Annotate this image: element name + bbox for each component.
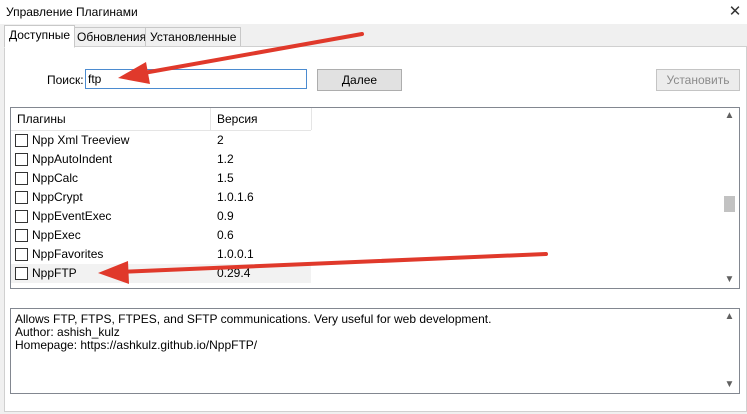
plugin-name: NppFTP [32,266,77,280]
plugin-name: NppCrypt [32,190,83,204]
scroll-thumb[interactable] [724,196,735,212]
plugin-name: NppCalc [32,171,79,185]
list-item-selected[interactable]: NppFTP 0.29.4 [11,264,311,283]
plugin-version: 2 [217,133,224,147]
plugin-list[interactable]: Плагины Версия Npp Xml Treeview 2 NppAut… [10,107,740,289]
plugin-checkbox[interactable] [15,191,28,204]
plugin-name: NppAutoIndent [32,152,113,166]
plugin-version: 1.5 [217,171,234,185]
plugin-checkbox[interactable] [15,267,28,280]
plugin-version: 0.9 [217,209,234,223]
plugin-version: 0.6 [217,228,234,242]
description-scrollbar[interactable]: ▲ ▼ [721,309,738,393]
title-bar: Управление Плагинами ✕ [0,0,747,24]
plugin-version: 1.0.0.1 [217,247,254,261]
scroll-up-icon[interactable]: ▲ [721,309,738,325]
tab-updates[interactable]: Обновления [72,27,152,47]
next-button[interactable]: Далее [317,69,402,91]
plugin-checkbox[interactable] [15,248,28,261]
description-line: Homepage: https://ashkulz.github.io/NppF… [15,338,258,352]
plugins-admin-window: Управление Плагинами ✕ Доступные Обновле… [0,0,747,414]
tab-installed[interactable]: Установленные [145,27,242,47]
column-header-version[interactable]: Версия [211,108,312,130]
plugin-name: Npp Xml Treeview [32,133,130,147]
description-text: Allows FTP, FTPS, FTPES, and SFTP commun… [15,313,491,352]
plugin-checkbox[interactable] [15,172,28,185]
plugin-version: 0.29.4 [217,266,251,280]
close-icon[interactable]: ✕ [727,4,743,20]
description-box[interactable]: Allows FTP, FTPS, FTPES, and SFTP commun… [10,308,740,394]
plugin-version: 1.2 [217,152,234,166]
list-item[interactable]: NppExec 0.6 [11,226,311,245]
scroll-down-icon[interactable]: ▼ [721,272,738,288]
scroll-down-icon[interactable]: ▼ [721,377,738,393]
plugin-name: NppExec [32,228,81,242]
plugin-checkbox[interactable] [15,134,28,147]
list-item[interactable]: NppCalc 1.5 [11,169,311,188]
tab-available[interactable]: Доступные [4,25,75,48]
plugin-name: NppFavorites [32,247,104,261]
list-item[interactable]: Npp Xml Treeview 2 [11,131,311,150]
plugin-checkbox[interactable] [15,153,28,166]
search-input[interactable] [85,69,307,89]
install-button[interactable]: Установить [656,69,740,91]
plugin-version: 1.0.1.6 [217,190,254,204]
description-line: Allows FTP, FTPS, FTPES, and SFTP commun… [15,312,492,326]
list-header: Плагины Версия [11,108,312,131]
list-item[interactable]: NppCrypt 1.0.1.6 [11,188,311,207]
plugin-checkbox[interactable] [15,210,28,223]
plugin-checkbox[interactable] [15,229,28,242]
list-item[interactable]: NppFavorites 1.0.0.1 [11,245,311,264]
description-line: Author: ashish_kulz [15,325,120,339]
list-item[interactable]: NppEventExec 0.9 [11,207,311,226]
scroll-up-icon[interactable]: ▲ [721,108,738,124]
window-title: Управление Плагинами [6,5,138,19]
plugin-name: NppEventExec [32,209,112,223]
list-scrollbar[interactable]: ▲ ▼ [721,108,738,288]
column-header-plugins[interactable]: Плагины [11,108,211,130]
list-item[interactable]: NppAutoIndent 1.2 [11,150,311,169]
search-label: Поиск: [47,73,84,87]
